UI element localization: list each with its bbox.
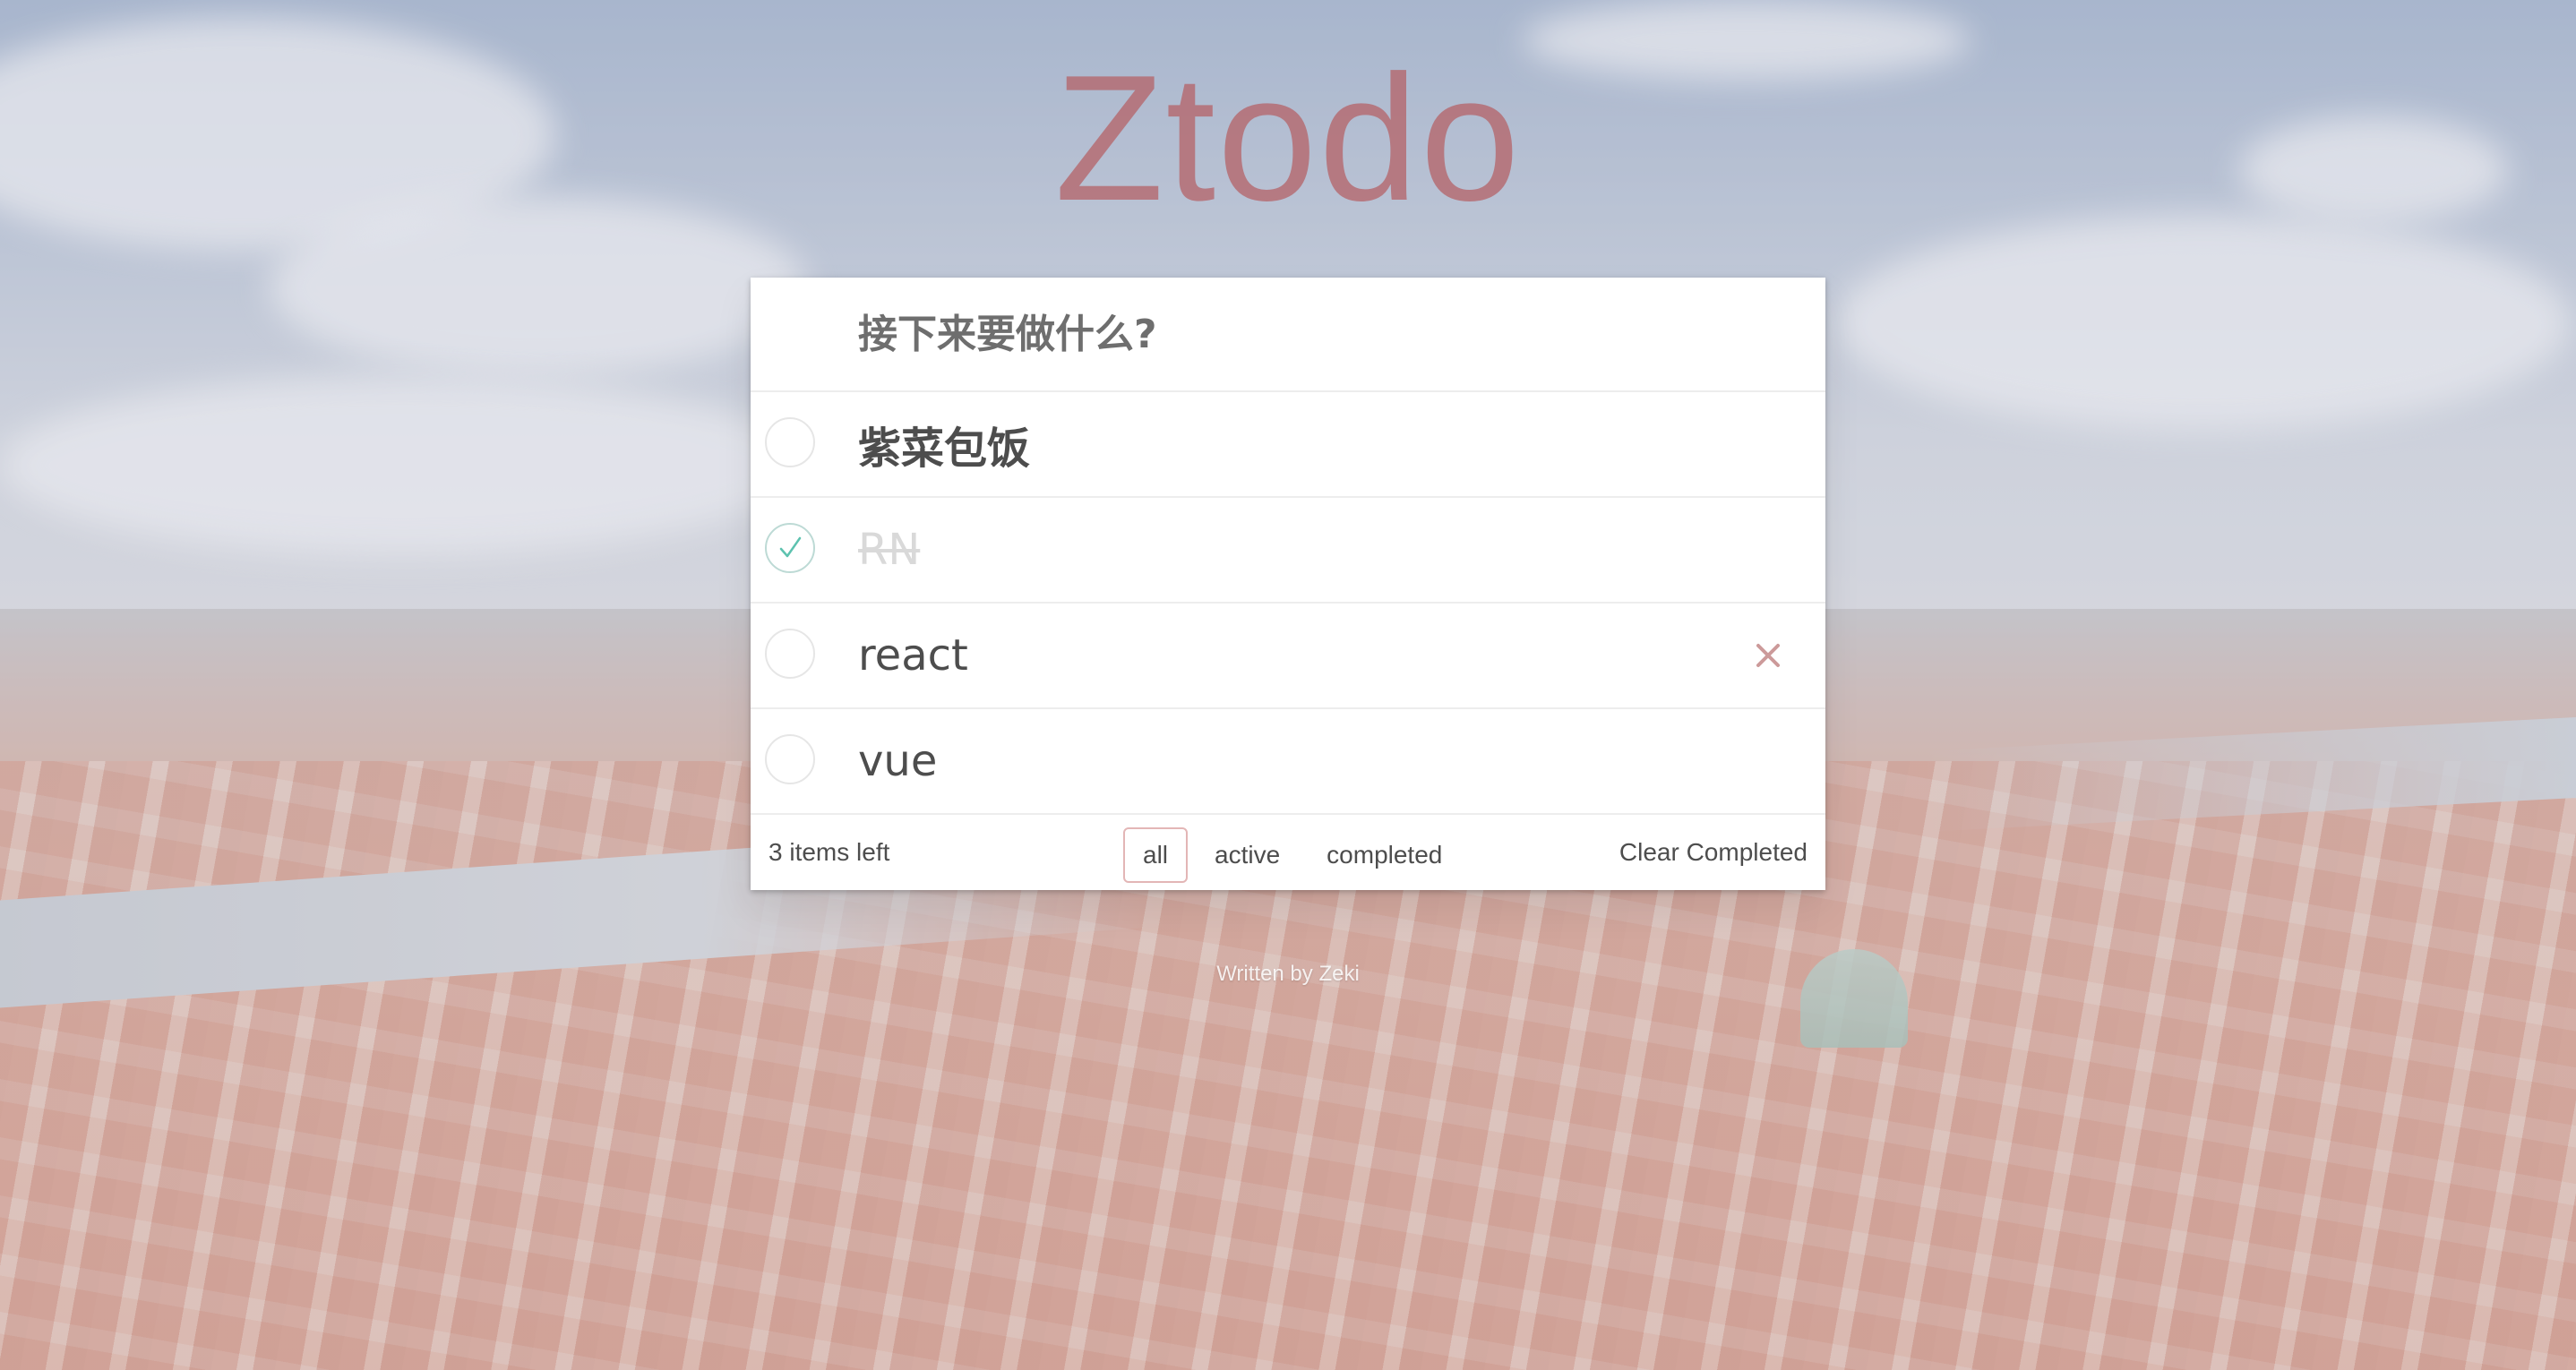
filter-completed[interactable]: completed [1307, 827, 1462, 883]
app-title: Ztodo [1054, 39, 1522, 238]
todo-label[interactable]: vue [858, 736, 937, 786]
todo-label[interactable]: react [858, 630, 968, 681]
todo-toggle[interactable] [765, 629, 815, 679]
author-credit: Written by Zeki [1216, 962, 1360, 986]
filter-all[interactable]: all [1123, 827, 1189, 883]
todo-toggle[interactable] [765, 734, 815, 784]
todo-footer: 3 items left all active completed Clear … [751, 815, 1825, 890]
items-left-count: 3 items left [769, 838, 890, 866]
todo-label[interactable]: RN [858, 525, 920, 575]
checkmark-icon [779, 536, 802, 558]
delete-todo-button[interactable] [1748, 636, 1788, 675]
todo-item[interactable]: RN [751, 498, 1825, 604]
todo-label[interactable]: 紫菜包饭 [858, 413, 1030, 475]
close-icon [1756, 644, 1780, 667]
clear-completed-button[interactable]: Clear Completed [1619, 838, 1807, 867]
todo-list: 紫菜包饭 RN react vue [751, 392, 1825, 815]
new-todo-input[interactable] [751, 278, 1825, 392]
filter-tabs: all active completed [1123, 827, 1462, 883]
todo-item[interactable]: vue [751, 709, 1825, 815]
todo-item[interactable]: react [751, 604, 1825, 709]
todo-toggle[interactable] [765, 417, 815, 467]
filter-active[interactable]: active [1195, 827, 1300, 883]
todo-toggle[interactable] [765, 523, 815, 573]
todo-card: 紫菜包饭 RN react vue 3 it [751, 278, 1825, 890]
todo-item[interactable]: 紫菜包饭 [751, 392, 1825, 498]
